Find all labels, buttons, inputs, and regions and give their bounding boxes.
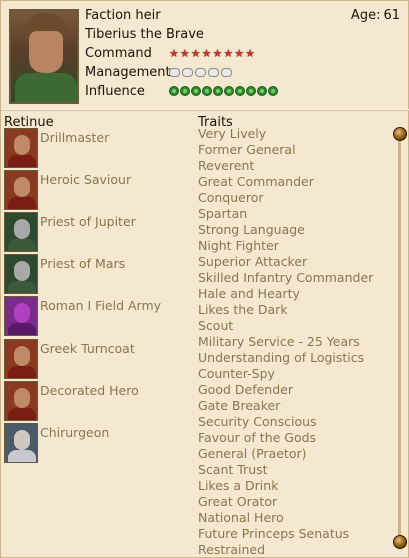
trait-item[interactable]: Reverent (198, 158, 388, 174)
trait-item[interactable]: Great Commander (198, 174, 388, 190)
character-portrait (9, 9, 79, 104)
command-star-icon: ★ (179, 47, 190, 60)
face (29, 31, 63, 73)
trait-item[interactable]: Restrained (198, 542, 388, 558)
influence-laurel-icon (246, 86, 256, 96)
management-scroll-icon (182, 68, 193, 77)
soldier-portrait-icon (4, 381, 38, 421)
age-value: 61 (383, 8, 400, 23)
trait-item[interactable]: Likes the Dark (198, 302, 388, 318)
command-star-icon: ★ (245, 47, 255, 60)
command-label: Command (85, 46, 152, 61)
influence-laurel-icon (224, 86, 234, 96)
faction-title: Faction heir (85, 8, 161, 23)
management-label: Management (85, 65, 171, 80)
character-panel: Faction heir Tiberius the Brave Age: 61 C… (0, 0, 409, 558)
retinue-item[interactable]: Decorated Hero (4, 381, 194, 423)
management-scroll-icon (195, 68, 206, 77)
influence-laurel-icon (169, 86, 179, 96)
retinue-item[interactable]: Priest of Jupiter (4, 212, 194, 254)
retinue-item-label: Heroic Saviour (40, 172, 132, 187)
influence-laurel-icon (235, 86, 245, 96)
trait-item[interactable]: Superior Attacker (198, 254, 388, 270)
command-star-icon: ★ (212, 47, 223, 60)
influence-laurel-icon (191, 86, 201, 96)
trait-item[interactable]: Good Defender (198, 382, 388, 398)
retinue-item[interactable]: Priest of Mars (4, 254, 194, 296)
retinue-item[interactable]: Heroic Saviour (4, 170, 194, 212)
trait-item[interactable]: Gate Breaker (198, 398, 388, 414)
command-stars: ★ ★ ★ ★ ★ ★ ★ ★ (169, 47, 255, 60)
trait-item[interactable]: Very Lively (198, 126, 388, 142)
command-star-icon: ★ (223, 47, 234, 60)
management-icons (169, 68, 233, 77)
soldier-portrait-icon (4, 170, 38, 210)
influence-laurel-icon (180, 86, 190, 96)
soldier-portrait-icon (4, 128, 38, 168)
retinue-item-label: Chirurgeon (40, 425, 110, 440)
trait-item[interactable]: Counter-Spy (198, 366, 388, 382)
retinue-item[interactable]: Greek Turncoat (4, 339, 194, 381)
trait-item[interactable]: Scant Trust (198, 462, 388, 478)
management-scroll-icon (221, 68, 232, 77)
retinue-item[interactable]: Chirurgeon (4, 423, 194, 465)
trait-item[interactable]: Conqueror (198, 190, 388, 206)
age-label: Age: (350, 8, 381, 23)
management-scroll-icon (169, 68, 180, 77)
influence-laurels (169, 86, 278, 96)
command-star-icon: ★ (190, 47, 201, 60)
trait-item[interactable]: Former General (198, 142, 388, 158)
traits-list: Very Lively Former General Reverent Great C… (198, 126, 388, 558)
retinue-item-label: Priest of Jupiter (40, 214, 136, 229)
legion-banner-icon (4, 296, 38, 336)
trait-item[interactable]: Hale and Hearty (198, 286, 388, 302)
influence-laurel-icon (257, 86, 267, 96)
retinue-item-label: Priest of Mars (40, 256, 126, 271)
retinue-item-label: Greek Turncoat (40, 341, 135, 356)
command-star-icon: ★ (201, 47, 212, 60)
influence-label: Influence (85, 84, 145, 99)
retinue-item-label: Roman I Field Army (40, 298, 162, 313)
trait-item[interactable]: Spartan (198, 206, 388, 222)
influence-laurel-icon (268, 86, 278, 96)
trait-item[interactable]: Scout (198, 318, 388, 334)
armor (15, 73, 77, 102)
trait-item[interactable]: Night Fighter (198, 238, 388, 254)
trait-item[interactable]: Understanding of Logistics (198, 350, 388, 366)
scroll-down-knob[interactable] (393, 535, 407, 549)
trait-item[interactable]: Great Orator (198, 494, 388, 510)
header-divider (1, 109, 409, 111)
trait-item[interactable]: Likes a Drink (198, 478, 388, 494)
age-display: Age: 61 (351, 8, 400, 23)
priest-portrait-icon (4, 212, 38, 252)
trait-item[interactable]: Strong Language (198, 222, 388, 238)
command-star-icon: ★ (234, 47, 245, 60)
trait-item[interactable]: Skilled Infantry Commander (198, 270, 388, 286)
retinue-item-label: Decorated Hero (40, 383, 139, 398)
trait-item[interactable]: Favour of the Gods (198, 430, 388, 446)
command-star-icon: ★ (169, 47, 179, 60)
trait-item[interactable]: General (Praetor) (198, 446, 388, 462)
influence-laurel-icon (213, 86, 223, 96)
management-scroll-icon (208, 68, 219, 77)
trait-item[interactable]: Future Princeps Senatus (198, 526, 388, 542)
scrollbar-track[interactable] (398, 133, 401, 537)
retinue-item[interactable]: Drillmaster (4, 128, 194, 170)
priest-portrait-icon (4, 254, 38, 294)
elder-portrait-icon (4, 423, 38, 463)
retinue-item[interactable]: Roman I Field Army (4, 296, 194, 338)
retinue-item-label: Drillmaster (40, 130, 110, 145)
trait-item[interactable]: National Hero (198, 510, 388, 526)
soldier-portrait-icon (4, 339, 38, 379)
character-name: Tiberius the Brave (85, 27, 204, 42)
trait-item[interactable]: Security Conscious (198, 414, 388, 430)
scroll-up-knob[interactable] (393, 127, 407, 141)
influence-laurel-icon (202, 86, 212, 96)
trait-item[interactable]: Military Service - 25 Years (198, 334, 388, 350)
